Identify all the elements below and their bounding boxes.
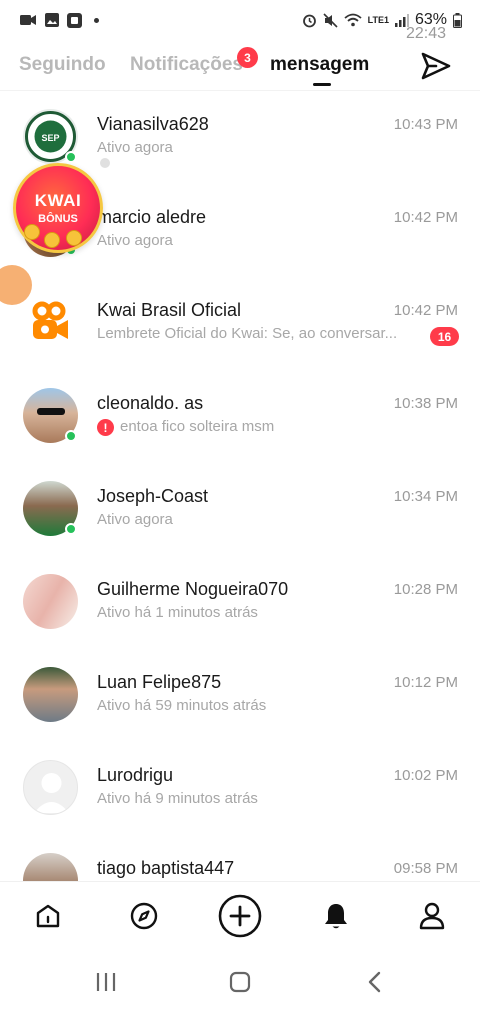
- signal-icon: [394, 13, 409, 27]
- nav-create[interactable]: [216, 892, 264, 940]
- conversation-subtitle: Ativo há 1 minutos atrás: [97, 604, 258, 621]
- conversation-subtitle: Ativo agora: [97, 139, 173, 156]
- top-tab-bar: Seguindo Notificações 3 mensagem: [0, 40, 480, 90]
- gallery-icon: [45, 13, 59, 27]
- conversation-row[interactable]: tiago baptista447 09:58 PM: [0, 835, 480, 881]
- conversation-row[interactable]: Kwai Brasil Oficial 10:42 PM Lembrete Of…: [0, 277, 480, 369]
- create-icon: [218, 894, 262, 938]
- conversation-subtitle: Ativo agora: [97, 511, 173, 528]
- conversation-time: 10:42 PM: [393, 209, 458, 226]
- back-chevron-icon: [368, 971, 381, 993]
- conversation-subtitle: Ativo há 59 minutos atrás: [97, 697, 267, 714]
- profile-icon: [419, 902, 445, 930]
- conversation-time: 10:34 PM: [393, 488, 458, 505]
- conversation-time: 10:42 PM: [393, 302, 458, 319]
- active-tab-indicator: [313, 83, 331, 86]
- conversation-name: Lurodrigu: [97, 765, 174, 785]
- conversation-subtitle: Lembrete Oficial do Kwai: Se, ao convers…: [97, 325, 398, 342]
- alarm-icon: [302, 14, 316, 27]
- network-type-label: LTE1: [367, 15, 389, 25]
- nav-notifications[interactable]: [316, 896, 356, 936]
- bottom-nav-bar: [0, 881, 480, 951]
- avatar: [23, 667, 78, 722]
- avatar: [23, 760, 78, 815]
- coin-icon: [24, 224, 40, 240]
- recents-icon: [96, 973, 116, 991]
- app-notification-icon: [67, 12, 82, 28]
- conversation-name: Joseph-Coast: [97, 486, 209, 506]
- video-camera-icon: [20, 15, 36, 25]
- conversation-time: 10:28 PM: [393, 581, 458, 598]
- conversation-name: cleonaldo. as: [97, 393, 204, 413]
- default-avatar-icon: [34, 773, 69, 813]
- conversation-name: Luan Felipe875: [97, 672, 222, 692]
- conversation-subtitle: Ativo há 9 minutos atrás: [97, 790, 258, 807]
- avatar: [23, 853, 78, 881]
- bell-icon: [325, 904, 347, 929]
- compass-icon: [130, 902, 158, 930]
- nav-profile[interactable]: [412, 896, 452, 936]
- online-status-dot: [65, 430, 77, 442]
- tab-notificacoes[interactable]: Notificações: [130, 54, 243, 76]
- avatar: [23, 574, 78, 629]
- mute-icon: [323, 12, 338, 28]
- home-icon: [36, 904, 60, 928]
- sunglasses-shape: [37, 408, 65, 415]
- tab-mensagem[interactable]: mensagem: [270, 54, 369, 76]
- status-bar: 22:43 LTE1 63%: [0, 0, 480, 42]
- kwai-bonus-title: KWAI: [34, 191, 82, 210]
- kwai-bonus-subtitle: BÔNUS: [38, 213, 78, 225]
- conversation-row[interactable]: cleonaldo. as 10:38 PM ! entoa fico solt…: [0, 370, 480, 462]
- conversation-row[interactable]: Luan Felipe875 10:12 PM Ativo há 59 minu…: [0, 649, 480, 741]
- conversation-name: Kwai Brasil Oficial: [97, 300, 242, 320]
- conversation-subtitle: Ativo agora: [97, 232, 173, 249]
- nav-home[interactable]: [28, 896, 68, 936]
- conversation-row[interactable]: Lurodrigu 10:02 PM Ativo há 9 minutos at…: [0, 742, 480, 834]
- wifi-icon: [344, 13, 362, 27]
- online-status-dot: [65, 523, 77, 535]
- recents-button[interactable]: [91, 969, 121, 995]
- conversation-row[interactable]: Guilherme Nogueira070 10:28 PM Ativo há …: [0, 556, 480, 648]
- send-icon[interactable]: [420, 51, 452, 81]
- avatar: [23, 295, 78, 350]
- home-square-icon: [229, 971, 251, 993]
- conversation-time: 10:38 PM: [393, 395, 458, 412]
- conversation-row[interactable]: Joseph-Coast 10:34 PM Ativo agora: [0, 463, 480, 555]
- notification-count-badge: 3: [237, 47, 258, 68]
- coin-icon: [44, 232, 60, 248]
- conversation-name: Guilherme Nogueira070: [97, 579, 289, 599]
- system-navigation-bar: [0, 951, 480, 1012]
- conversation-time: 10:12 PM: [393, 674, 458, 691]
- conversation-time: 09:58 PM: [393, 860, 458, 877]
- kwai-bonus-floating-button[interactable]: KWAI BÔNUS: [13, 163, 103, 253]
- unread-count-badge: 16: [430, 327, 459, 346]
- tab-seguindo[interactable]: Seguindo: [19, 54, 106, 76]
- battery-percent: 63%: [414, 11, 447, 28]
- battery-icon: [453, 12, 462, 28]
- message-failed-alert-icon: !: [97, 419, 114, 436]
- conversation-subtitle: entoa fico solteira msm: [120, 418, 275, 435]
- online-status-dot: [65, 151, 77, 163]
- conversation-name: marcio aledre: [97, 207, 207, 227]
- nav-discover[interactable]: [124, 896, 164, 936]
- floating-dot: [98, 156, 112, 170]
- back-button[interactable]: [360, 969, 390, 995]
- home-system-button[interactable]: [225, 969, 255, 995]
- more-notifications-dot-icon: [94, 17, 99, 23]
- conversation-name: Vianasilva628: [97, 114, 209, 134]
- svg-text:SEP: SEP: [41, 133, 59, 143]
- coin-icon: [66, 230, 82, 246]
- kwai-logo-icon: [32, 301, 68, 339]
- conversation-time: 10:43 PM: [393, 116, 458, 133]
- conversation-name: tiago baptista447: [97, 858, 235, 878]
- conversation-time: 10:02 PM: [393, 767, 458, 784]
